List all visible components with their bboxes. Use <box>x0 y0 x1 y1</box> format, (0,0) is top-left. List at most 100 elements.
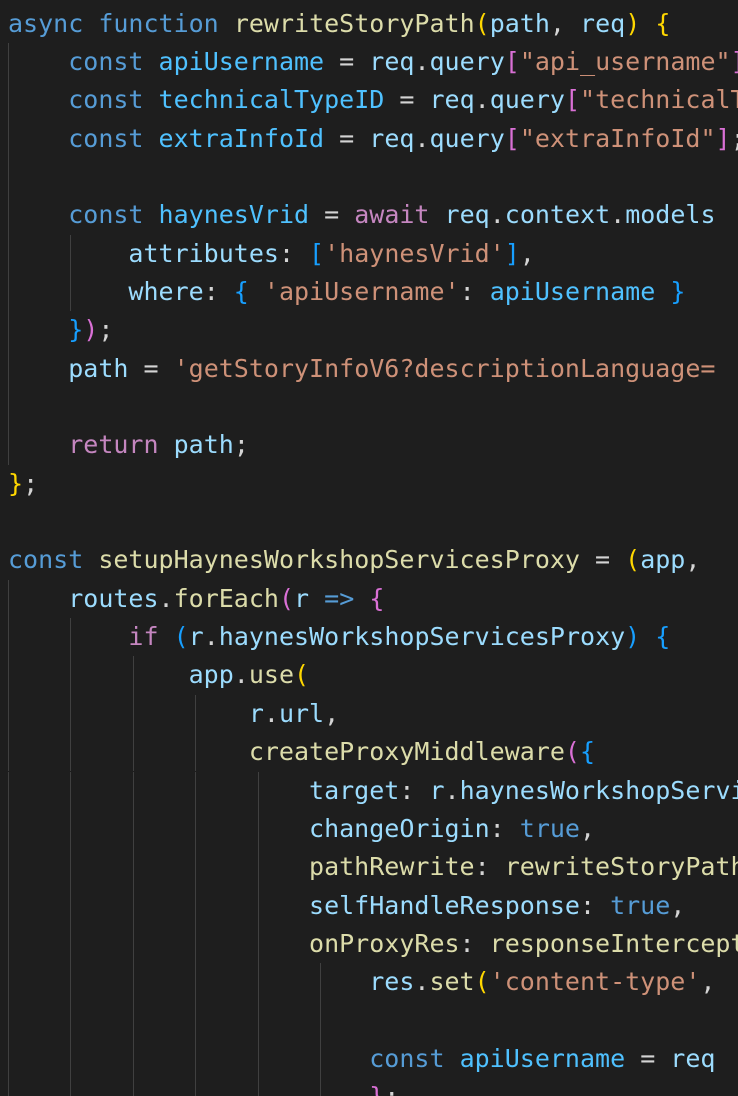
code-editor[interactable]: async function rewriteStoryPath(path, re… <box>0 0 738 1096</box>
code-token: . <box>414 967 430 997</box>
code-token: await <box>354 200 430 230</box>
indent-guide <box>70 1001 72 1040</box>
code-token: ] <box>731 47 738 76</box>
code-token: 'apiUsername' <box>263 276 460 306</box>
code-token: ; <box>233 430 249 460</box>
code-token: ( <box>474 967 490 997</box>
code-token: . <box>203 622 219 652</box>
code-token: . <box>610 200 626 230</box>
code-token: ) <box>83 315 99 345</box>
code-line: async function rewriteStoryPath(path, re… <box>8 5 670 43</box>
code-token: = <box>579 545 626 575</box>
indent-guide <box>195 1001 197 1040</box>
code-token: : <box>203 276 234 306</box>
indent-guide <box>320 1001 321 1040</box>
code-token: true <box>519 813 580 843</box>
code-line: app.use( <box>8 656 309 694</box>
code-line: const haynesVrid = await req.context.mod… <box>8 196 716 234</box>
code-token: where <box>128 276 204 306</box>
code-line: target: r.haynesWorkshopServicesUrl <box>8 772 738 810</box>
code-token: , <box>579 813 596 843</box>
code-token: . <box>263 698 279 728</box>
code-token: ( <box>294 660 310 690</box>
code-token: rewriteStoryPath <box>233 8 475 38</box>
code-token: } <box>8 468 24 498</box>
code-token: : <box>278 238 310 268</box>
code-token: { <box>579 737 596 767</box>
code-token: const <box>68 200 144 230</box>
code-token: haynesWorkshopServicesProxy <box>218 622 626 652</box>
code-line: r.url, <box>8 695 339 733</box>
code-line: where: { 'apiUsername': apiUsername } <box>8 273 685 311</box>
code-token: { <box>655 8 671 38</box>
code-token: haynesWorkshopServicesUrl <box>459 775 738 805</box>
indent-guide <box>257 1001 259 1040</box>
code-token: true <box>610 890 671 920</box>
code-token: setupHaynesWorkshopServicesProxy <box>98 545 580 575</box>
code-token: responseInterceptor <box>489 928 738 958</box>
code-token: path <box>68 353 129 383</box>
code-line: createProxyMiddleware({ <box>8 733 595 771</box>
code-token: req <box>429 85 475 115</box>
code-token: target <box>309 775 400 805</box>
code-line: attributes: ['haynesVrid'], <box>8 235 534 273</box>
code-token: routes <box>68 583 159 613</box>
code-token: [ <box>504 123 520 153</box>
code-line: selfHandleResponse: true, <box>8 887 685 925</box>
code-line: onProxyRes: responseInterceptor <box>8 925 738 963</box>
code-token: . <box>414 123 430 153</box>
code-token: , <box>700 967 731 997</box>
code-line: }; <box>8 465 38 503</box>
code-token: selfHandleResponse <box>309 890 580 920</box>
code-token: req <box>369 123 415 153</box>
code-line: const setupHaynesWorkshopServicesProxy =… <box>8 541 715 579</box>
code-token: "extraInfoId" <box>519 123 716 153</box>
code-token: query <box>429 46 505 76</box>
code-token: : <box>579 890 611 920</box>
code-line: return path; <box>8 426 249 464</box>
indent-guide <box>8 388 9 427</box>
code-token: req <box>670 1043 716 1073</box>
code-token: = <box>128 353 174 383</box>
code-token: ] <box>715 123 731 153</box>
code-token: function <box>98 8 219 38</box>
code-token: const <box>369 1043 445 1073</box>
code-token: , <box>685 545 716 575</box>
code-token: : <box>399 775 430 805</box>
code-token: return <box>68 430 159 460</box>
code-token: ( <box>278 583 295 613</box>
code-token: r <box>294 583 310 613</box>
code-token: apiUsername <box>158 46 325 76</box>
code-token: forEach <box>173 583 279 613</box>
code-token: const <box>8 545 84 575</box>
code-token: set <box>429 967 475 997</box>
code-line: const apiUsername = req.query["api_usern… <box>8 43 738 81</box>
code-line: pathRewrite: rewriteStoryPath, <box>8 848 738 886</box>
code-line: }; <box>8 1078 399 1096</box>
code-token: "technicalTypeID" <box>580 85 738 115</box>
code-token: models <box>625 200 716 230</box>
code-token: { <box>655 622 671 652</box>
code-token: ) <box>625 622 641 652</box>
code-token: { <box>369 583 385 613</box>
